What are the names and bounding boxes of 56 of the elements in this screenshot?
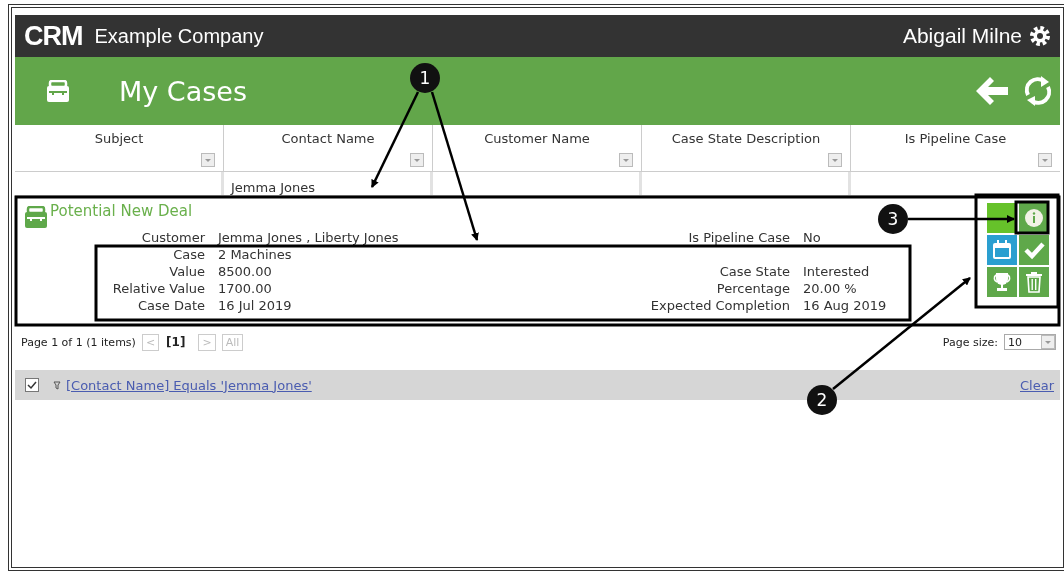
field-value: 1700.00 — [218, 280, 273, 297]
column-header[interactable]: Is Pipeline Case — [904, 131, 1007, 146]
column-header[interactable]: Customer Name — [484, 131, 590, 146]
page-summary: Page 1 of 1 (1 items) — [21, 335, 136, 349]
field-value: 16 Jul 2019 — [218, 297, 293, 314]
field-label: Value — [168, 263, 205, 280]
funnel-icon — [53, 380, 61, 390]
column-header[interactable]: Case State Description — [671, 131, 821, 146]
field-label: Relative Value — [111, 280, 205, 297]
filter-dropdown[interactable] — [828, 153, 842, 167]
page-title: My Cases — [119, 75, 247, 107]
page-size-select[interactable]: 10 — [1004, 334, 1056, 350]
callout-marker: 1 — [410, 63, 440, 93]
briefcase-icon — [25, 206, 47, 228]
filter-link[interactable]: [Contact Name] Equals 'Jemma Jones' — [66, 377, 312, 393]
field-value: No — [803, 229, 822, 246]
column-header[interactable]: Subject — [94, 131, 144, 146]
back-arrow-icon[interactable] — [976, 75, 1008, 107]
field-label: Case Date — [136, 297, 205, 314]
briefcase-icon — [47, 80, 69, 102]
delete-button[interactable] — [1019, 267, 1049, 297]
info-icon — [1023, 207, 1045, 229]
field-label: Customer — [140, 229, 205, 246]
settings-icon[interactable] — [1028, 24, 1052, 48]
field-label: Expected Completion — [649, 297, 790, 314]
field-value: 8500.00 — [218, 263, 273, 280]
checkbox[interactable] — [25, 378, 39, 392]
field-value: Interested — [803, 263, 871, 280]
refresh-icon[interactable] — [1022, 75, 1054, 107]
clear-link[interactable]: Clear — [1020, 377, 1054, 393]
field-label: Case State — [718, 263, 790, 280]
calendar-icon — [991, 239, 1013, 261]
filter-dropdown[interactable] — [619, 153, 633, 167]
company-name: Example Company — [94, 24, 264, 48]
field-value: 2 Machines — [218, 246, 293, 263]
column-header[interactable]: Contact Name — [281, 131, 375, 146]
field-value: Jemma Jones , Liberty Jones — [218, 229, 400, 246]
filter-dropdown[interactable] — [1038, 153, 1052, 167]
field-value: 16 Aug 2019 — [803, 297, 888, 314]
trophy-button[interactable] — [987, 267, 1017, 297]
user-name[interactable]: Abigail Milne — [902, 24, 1022, 48]
field-label: Is Pipeline Case — [687, 229, 790, 246]
field-label: Case — [172, 246, 205, 263]
filter-cell[interactable]: Jemma Jones — [231, 180, 316, 195]
logo: CRM — [24, 22, 83, 50]
check-icon — [27, 380, 37, 390]
page-size-label: Page size: — [942, 335, 998, 349]
trophy-icon — [991, 271, 1013, 293]
field-label: Percentage — [715, 280, 790, 297]
trash-icon — [1023, 271, 1045, 293]
callout-marker: 2 — [807, 385, 837, 415]
dropdown-icon — [1041, 335, 1055, 349]
filter-dropdown[interactable] — [410, 153, 424, 167]
filter-dropdown[interactable] — [201, 153, 215, 167]
callout-marker: 3 — [878, 204, 908, 234]
field-value: 20.00 % — [803, 280, 858, 297]
